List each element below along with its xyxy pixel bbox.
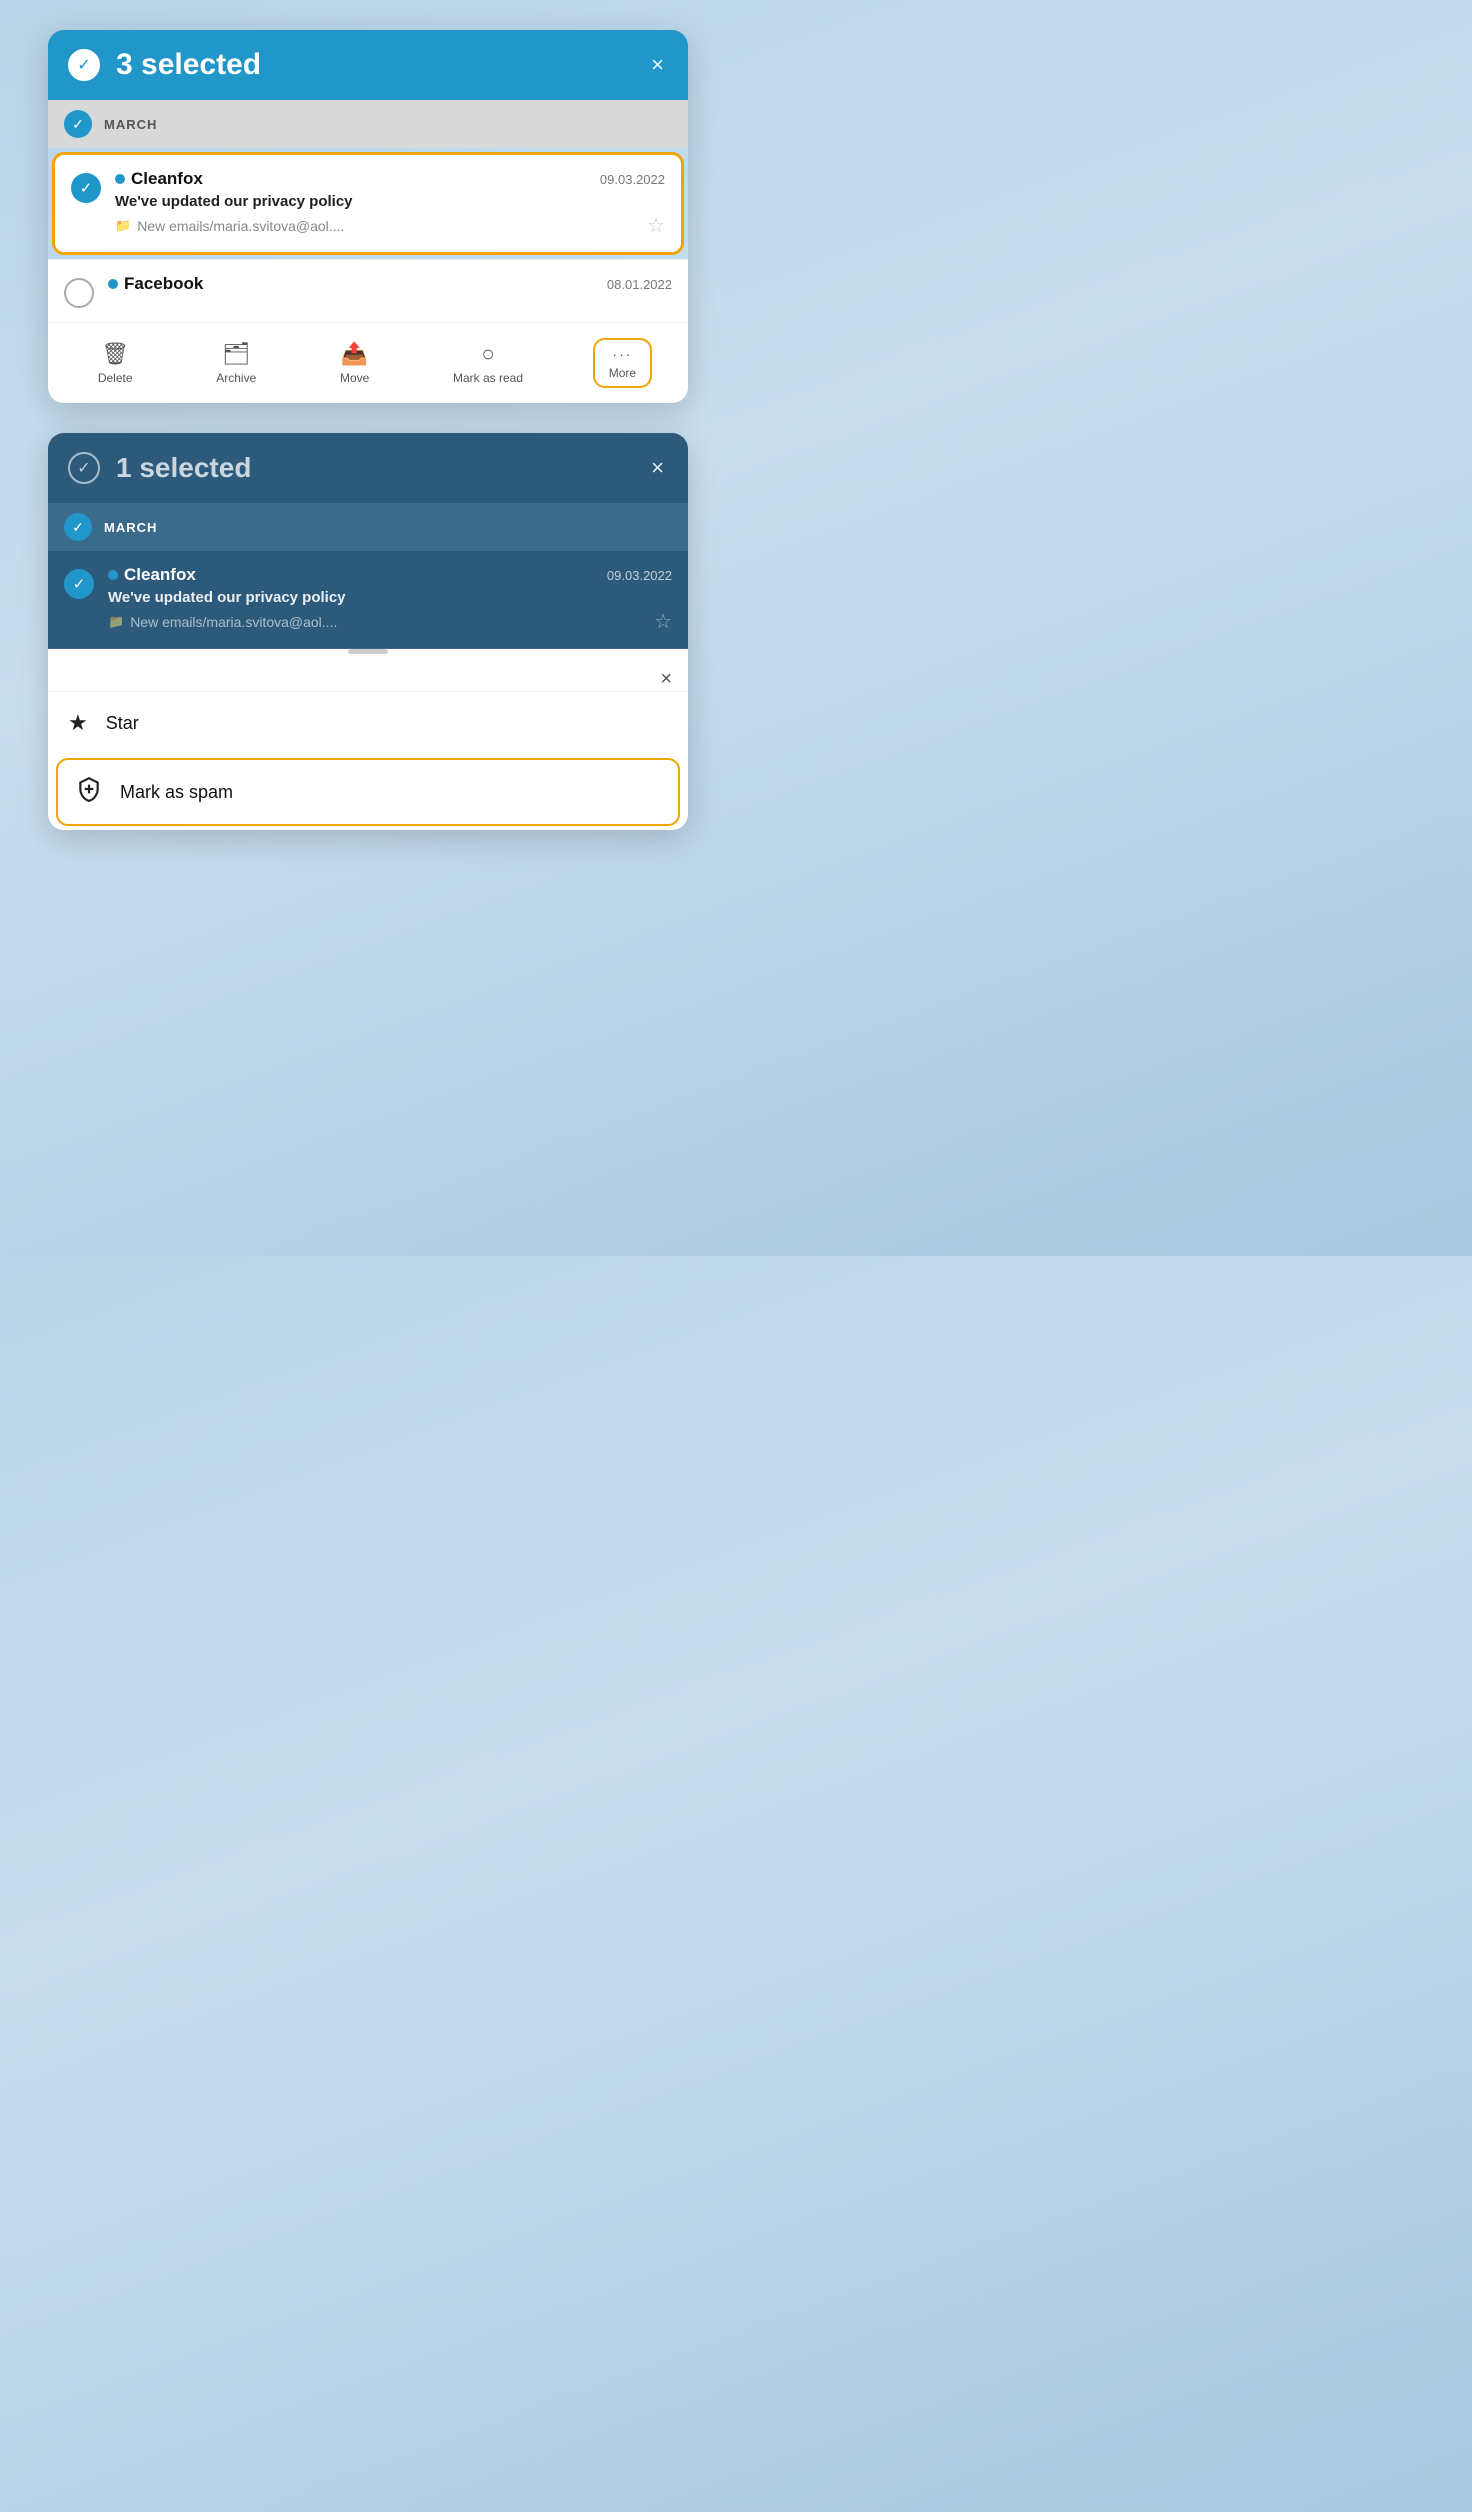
select-all-icon[interactable]: ✓ xyxy=(68,49,100,81)
archive-button[interactable]: 🗂 Archive xyxy=(202,333,270,393)
move-label: Move xyxy=(340,371,369,385)
star-sheet-label: Star xyxy=(106,713,139,734)
card1-close-button[interactable]: × xyxy=(647,48,668,82)
card1-toolbar: 🗑 Delete 🗂 Archive 📤 Move ○ Mark as read… xyxy=(48,322,688,403)
email1-top-row: Cleanfox 09.03.2022 xyxy=(115,169,665,189)
card1-section-label: MARCH xyxy=(104,117,157,132)
archive-label: Archive xyxy=(216,371,256,385)
delete-button[interactable]: 🗑 Delete xyxy=(84,333,147,393)
email1-content: Cleanfox 09.03.2022 We've updated our pr… xyxy=(115,169,665,238)
card2-email1-preview: 📁 New emails/maria.svitova@aol.... xyxy=(108,614,337,630)
card2-section-march: ✓ MARCH xyxy=(48,503,688,551)
move-button[interactable]: 📤 Move xyxy=(326,333,383,393)
card2-email1-content: Cleanfox 09.03.2022 We've updated our pr… xyxy=(108,565,672,634)
mark-as-spam-item[interactable]: Mark as spam xyxy=(56,758,680,826)
card2-folder-icon: 📁 xyxy=(108,614,124,630)
card2-email1-top-row: Cleanfox 09.03.2022 xyxy=(108,565,672,585)
card2-email1-subject: We've updated our privacy policy xyxy=(108,589,672,606)
card2-header: ✓ 1 selected × xyxy=(48,433,688,503)
spam-shield-icon xyxy=(76,776,102,808)
card2-selected-count: 1 selected xyxy=(116,452,631,484)
email1-sender: Cleanfox xyxy=(115,169,203,189)
email1-date: 09.03.2022 xyxy=(600,172,665,187)
email1-check-icon[interactable]: ✓ xyxy=(71,173,101,203)
section-check-icon: ✓ xyxy=(64,110,92,138)
card1-header: ✓ 3 selected × xyxy=(48,30,688,100)
archive-icon: 🗂 xyxy=(222,341,250,367)
star-sheet-icon: ★ xyxy=(68,710,88,736)
email-row-cleanfox[interactable]: ✓ Cleanfox 09.03.2022 We've updated our … xyxy=(52,152,684,255)
email1-subject: We've updated our privacy policy xyxy=(115,193,665,210)
email1-preview: 📁 New emails/maria.svitova@aol.... xyxy=(115,218,344,234)
mark-read-icon: ○ xyxy=(481,341,494,367)
card2-email-row-cleanfox[interactable]: ✓ Cleanfox 09.03.2022 We've updated our … xyxy=(48,551,688,649)
spam-sheet-label: Mark as spam xyxy=(120,782,233,803)
card-2: ✓ 1 selected × ✓ MARCH ✓ Cleanfox 09.03.… xyxy=(48,433,688,830)
sheet-close-row: × xyxy=(48,664,688,691)
card2-star-icon[interactable]: ☆ xyxy=(654,609,672,634)
more-button[interactable]: ··· More xyxy=(593,338,652,388)
star-icon[interactable]: ☆ xyxy=(647,213,665,238)
email2-top-row: Facebook 08.01.2022 xyxy=(108,274,672,294)
unread-dot-2 xyxy=(108,279,118,289)
folder-icon: 📁 xyxy=(115,218,131,234)
more-icon: ··· xyxy=(612,346,632,362)
email2-date: 08.01.2022 xyxy=(607,277,672,292)
card2-email1-date: 09.03.2022 xyxy=(607,568,672,583)
more-sheet: × ★ Star Mark as spam xyxy=(48,639,688,830)
card1-section-march: ✓ MARCH xyxy=(48,100,688,148)
sheet-handle xyxy=(348,649,388,654)
sheet-close-button[interactable]: × xyxy=(660,668,672,691)
email-row-facebook[interactable]: Facebook 08.01.2022 xyxy=(48,259,688,322)
card2-email1-sender: Cleanfox xyxy=(108,565,196,585)
star-sheet-item[interactable]: ★ Star xyxy=(48,691,688,754)
email2-check-icon[interactable] xyxy=(64,278,94,308)
more-label: More xyxy=(609,366,636,380)
card2-close-button[interactable]: × xyxy=(647,451,668,485)
card1-selected-count: 3 selected xyxy=(116,48,631,82)
card2-select-icon[interactable]: ✓ xyxy=(68,452,100,484)
card2-section-label: MARCH xyxy=(104,520,157,535)
card-1: ✓ 3 selected × ✓ MARCH ✓ Cleanfox 09.03.… xyxy=(48,30,688,403)
delete-label: Delete xyxy=(98,371,133,385)
card2-section-check-icon: ✓ xyxy=(64,513,92,541)
unread-dot xyxy=(115,174,125,184)
move-icon: 📤 xyxy=(341,341,368,367)
email2-content: Facebook 08.01.2022 xyxy=(108,274,672,298)
delete-icon: 🗑 xyxy=(101,341,129,367)
mark-read-label: Mark as read xyxy=(453,371,523,385)
email2-sender: Facebook xyxy=(108,274,203,294)
mark-as-read-button[interactable]: ○ Mark as read xyxy=(439,333,537,393)
card2-email1-check-icon[interactable]: ✓ xyxy=(64,569,94,599)
card2-unread-dot xyxy=(108,570,118,580)
